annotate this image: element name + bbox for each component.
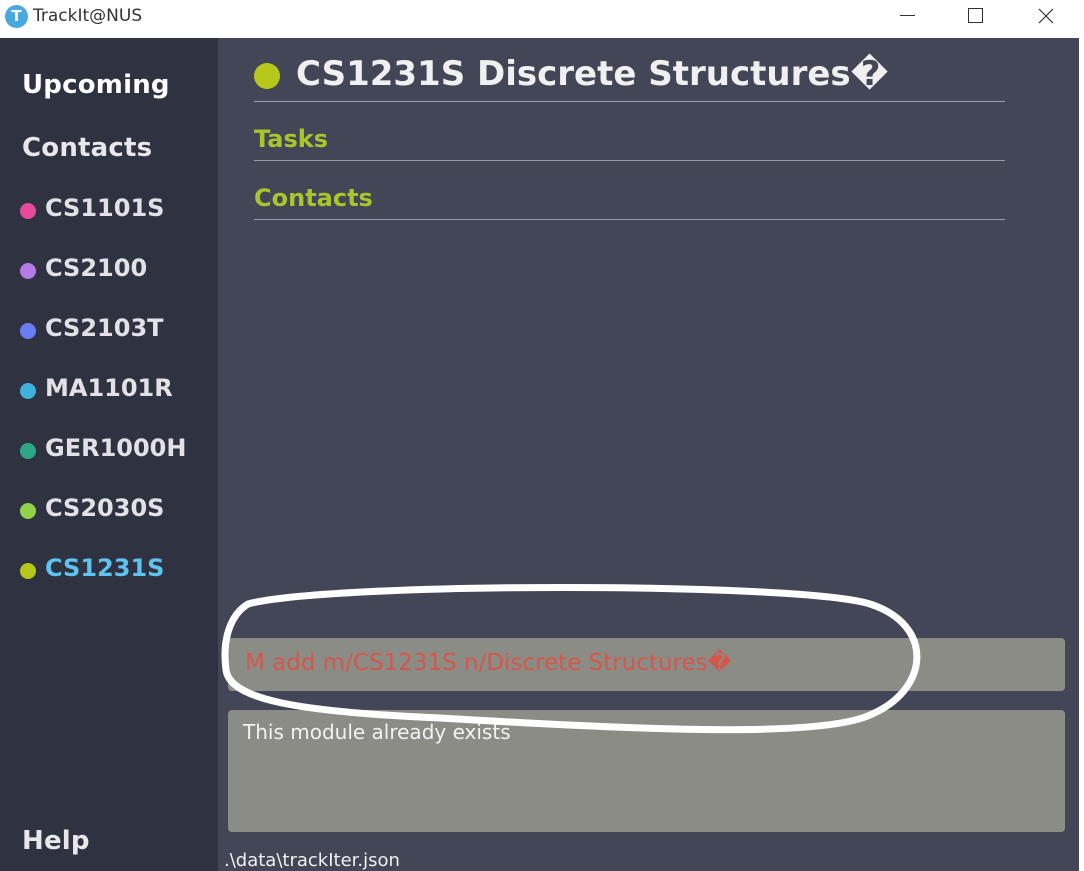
command-input-text: M add m/CS1231S n/Discrete Structures� [245, 650, 732, 676]
result-display: This module already exists [228, 710, 1065, 832]
sidebar-module-code: CS2103T [45, 314, 164, 342]
app-logo-icon: T [5, 5, 28, 28]
module-color-dot [20, 203, 36, 219]
status-bar-path: .\data\trackIter.json [224, 850, 400, 871]
module-color-dot [20, 563, 36, 579]
module-color-dot [20, 383, 36, 399]
title-bar: T TrackIt@NUS [0, 0, 1084, 38]
window-title: TrackIt@NUS [33, 6, 143, 26]
sidebar-module-item-selected[interactable]: CS1231S [20, 554, 210, 584]
minimize-icon [900, 15, 915, 16]
module-color-dot [20, 443, 36, 459]
sidebar-module-code: MA1101R [45, 374, 173, 402]
sidebar-item-help[interactable]: Help [22, 826, 90, 856]
sidebar-item-contacts[interactable]: Contacts [22, 133, 152, 163]
main-panel: CS1231S Discrete Structures� Tasks Conta… [218, 38, 1084, 871]
sidebar-module-code: GER1000H [45, 434, 187, 462]
sidebar-item-upcoming[interactable]: Upcoming [22, 70, 170, 100]
sidebar-module-item[interactable]: MA1101R [20, 374, 210, 404]
module-color-dot [254, 63, 280, 89]
window-border [1079, 38, 1084, 871]
module-color-dot [20, 323, 36, 339]
close-icon [1038, 8, 1054, 24]
sidebar: Upcoming Contacts CS1101S CS2100 CS2103T… [0, 38, 218, 871]
sidebar-module-code: CS2100 [45, 254, 148, 282]
maximize-icon [968, 8, 983, 23]
sidebar-module-code: CS2030S [45, 494, 165, 522]
module-color-dot [20, 503, 36, 519]
sidebar-module-code: CS1231S [45, 554, 165, 582]
command-input[interactable]: M add m/CS1231S n/Discrete Structures� [228, 638, 1065, 691]
minimize-button[interactable] [884, 0, 930, 32]
sidebar-module-item[interactable]: CS2103T [20, 314, 210, 344]
section-title-contacts: Contacts [254, 184, 1005, 220]
close-button[interactable] [1023, 0, 1069, 32]
sidebar-module-code: CS1101S [45, 194, 165, 222]
sidebar-module-item[interactable]: CS2030S [20, 494, 210, 524]
module-color-dot [20, 263, 36, 279]
maximize-button[interactable] [953, 0, 999, 32]
sidebar-module-item[interactable]: GER1000H [20, 434, 210, 464]
module-header: CS1231S Discrete Structures� [254, 54, 1005, 102]
page-title: CS1231S Discrete Structures� [296, 54, 889, 94]
section-title-tasks: Tasks [254, 125, 1005, 161]
sidebar-module-item[interactable]: CS2100 [20, 254, 210, 284]
result-message: This module already exists [243, 720, 511, 744]
sidebar-module-item[interactable]: CS1101S [20, 194, 210, 224]
